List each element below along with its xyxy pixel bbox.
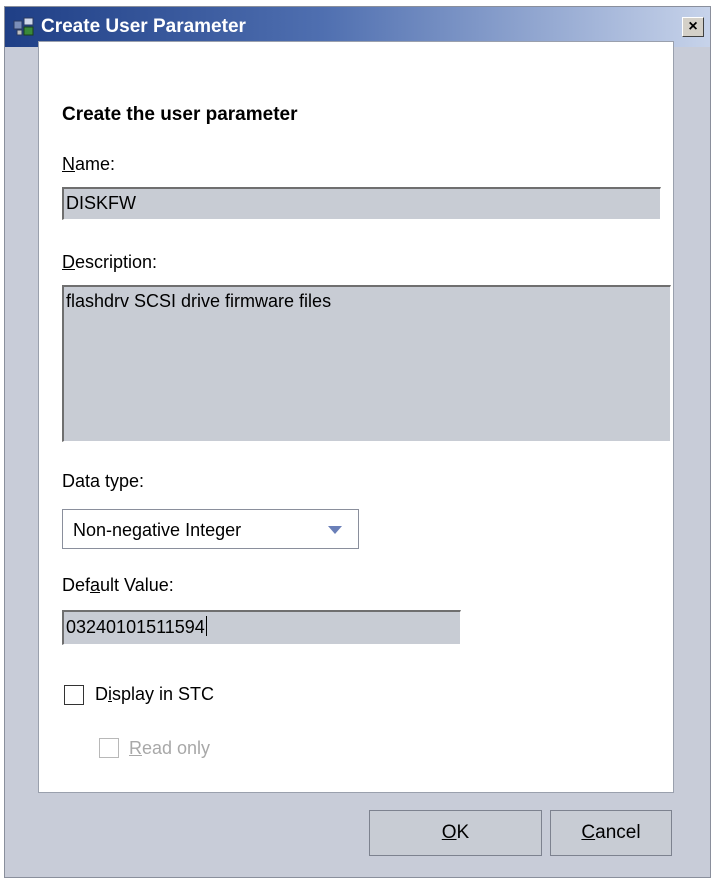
default-value-text: 03240101511594 [66, 617, 205, 637]
form-content: Create the user parameter Name: DISKFW D… [38, 41, 674, 793]
ok-button-label: OK [441, 822, 470, 843]
chevron-down-icon[interactable] [328, 526, 342, 534]
data-type-select[interactable]: Non-negative Integer [62, 509, 359, 549]
display-in-stc-checkbox[interactable] [64, 685, 84, 705]
name-input-value: DISKFW [66, 193, 136, 213]
default-value-input[interactable]: 03240101511594 [62, 610, 461, 645]
description-label: Description: [62, 252, 158, 272]
name-label: Name: [62, 154, 116, 174]
text-caret [205, 616, 207, 636]
cancel-button[interactable]: Cancel [550, 810, 672, 856]
create-user-parameter-dialog: Create User Parameter × Create the user … [4, 6, 711, 878]
read-only-checkbox[interactable] [99, 738, 119, 758]
default-value-label: Default Value: [62, 575, 174, 595]
cancel-button-label: Cancel [581, 822, 641, 843]
display-in-stc-label[interactable]: Display in STC [95, 684, 214, 705]
app-window-icon [13, 17, 34, 36]
name-input[interactable]: DISKFW [62, 187, 661, 220]
description-value: flashdrv SCSI drive firmware files [66, 291, 332, 311]
read-only-label: Read only [129, 738, 211, 758]
close-icon: × [688, 18, 698, 35]
close-button[interactable]: × [682, 17, 704, 37]
form-heading: Create the user parameter [62, 104, 298, 125]
data-type-label: Data type: [62, 471, 145, 491]
ok-button[interactable]: OK [369, 810, 542, 856]
data-type-selected-value: Non-negative Integer [73, 520, 242, 540]
description-textarea[interactable]: flashdrv SCSI drive firmware files [62, 285, 671, 442]
window-title: Create User Parameter [41, 16, 246, 37]
